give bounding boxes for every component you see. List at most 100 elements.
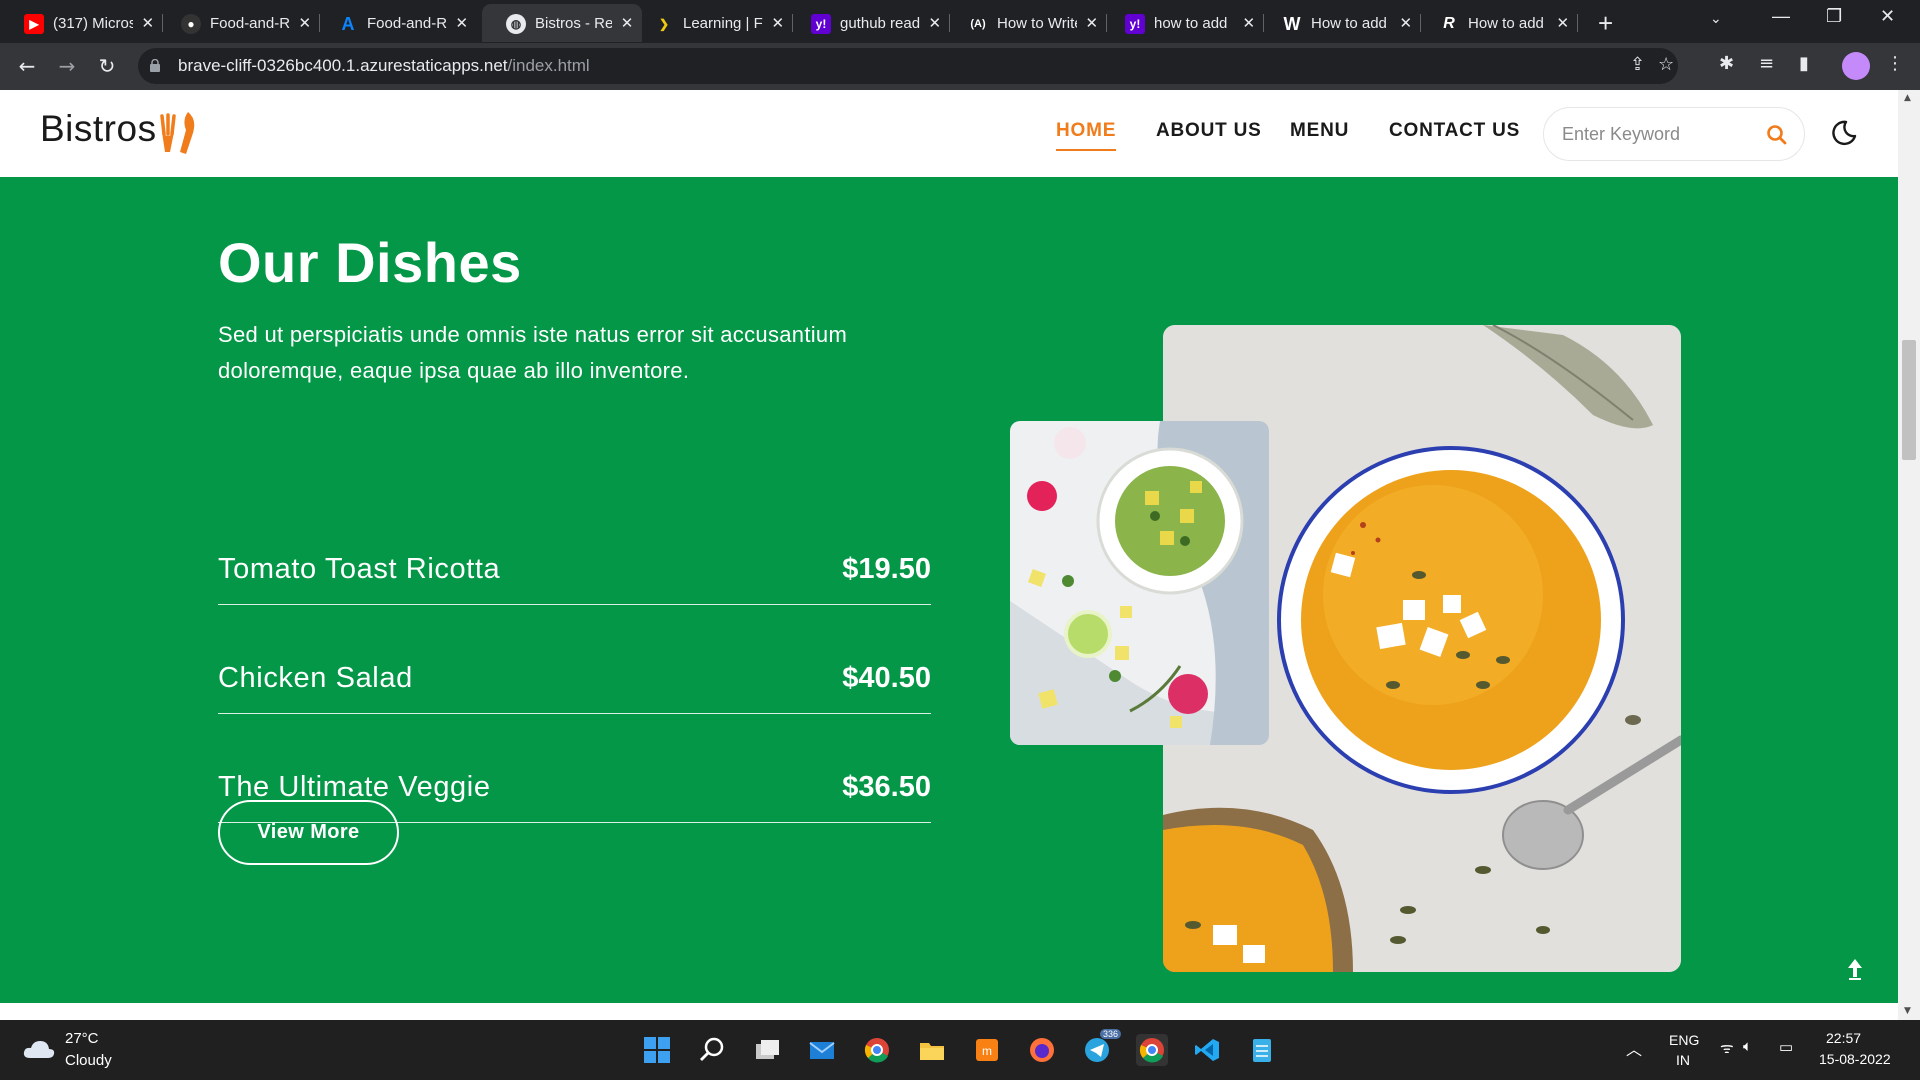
browser-tab[interactable]: W How to add ✕ bbox=[1258, 4, 1421, 42]
tab-title: Bistros - Resta bbox=[535, 14, 612, 32]
browser-tab[interactable]: y! how to add ✕ bbox=[1101, 4, 1264, 42]
browser-tab-active[interactable]: ◍ Bistros - Resta ✕ bbox=[482, 4, 642, 42]
reload-button[interactable]: ↻ bbox=[92, 51, 122, 81]
restore-button[interactable]: ❐ bbox=[1826, 6, 1842, 27]
moodle-app-icon[interactable]: m bbox=[971, 1034, 1003, 1066]
page-scrollbar[interactable]: ▲ ▼ bbox=[1898, 90, 1920, 1020]
close-icon[interactable]: ✕ bbox=[141, 14, 155, 32]
youtube-icon: ▶ bbox=[24, 14, 44, 34]
close-icon[interactable]: ✕ bbox=[1556, 14, 1570, 32]
menu-kebab-icon[interactable]: ⋮ bbox=[1886, 53, 1904, 74]
weather-cloud-icon[interactable] bbox=[22, 1038, 56, 1060]
scroll-up-arrow-icon[interactable]: ▲ bbox=[1904, 93, 1911, 103]
wifi-icon[interactable]: ᯤ bbox=[1720, 1038, 1734, 1058]
close-window-button[interactable]: ✕ bbox=[1880, 6, 1895, 27]
learning-icon: ❯ bbox=[658, 17, 670, 31]
show-hidden-icons-chevron-icon[interactable]: ︿ bbox=[1626, 1036, 1642, 1060]
vscode-icon[interactable] bbox=[1191, 1034, 1223, 1066]
mail-icon[interactable] bbox=[806, 1034, 838, 1066]
windows-taskbar: 27°C Cloudy m 336 ︿ ENG IN ᯤ 🔈︎ ▭ 22:57 … bbox=[0, 1020, 1920, 1080]
dark-mode-moon-icon[interactable] bbox=[1828, 118, 1858, 148]
url-host: brave-cliff-0326bc400.1.azurestaticapps.… bbox=[178, 56, 508, 75]
volume-icon[interactable]: 🔈︎ bbox=[1743, 1038, 1752, 1055]
tab-title: (317) Microsoft bbox=[53, 14, 133, 32]
next-section-edge bbox=[0, 1003, 1898, 1020]
clock-time[interactable]: 22:57 bbox=[1826, 1030, 1861, 1046]
close-icon[interactable]: ✕ bbox=[771, 14, 785, 32]
weather-temperature[interactable]: 27°C bbox=[65, 1030, 99, 1047]
scrollbar-thumb[interactable] bbox=[1902, 340, 1916, 460]
browser-tab[interactable]: ▶ (317) Microsoft ✕ bbox=[0, 4, 163, 42]
forward-button[interactable]: → bbox=[52, 51, 82, 81]
nav-menu-link[interactable]: MENU bbox=[1290, 120, 1349, 142]
browser-tab[interactable]: R How to add ✕ bbox=[1415, 4, 1578, 42]
battery-icon[interactable]: ▭ bbox=[1779, 1038, 1793, 1056]
bookmark-star-icon[interactable]: ☆ bbox=[1658, 54, 1674, 75]
search-icon[interactable] bbox=[1766, 124, 1788, 146]
yahoo-icon: y! bbox=[1125, 14, 1145, 34]
dish-name: Chicken Salad bbox=[218, 662, 413, 694]
tab-title: how to add bbox=[1154, 14, 1228, 32]
side-panel-icon[interactable]: ▮ bbox=[1799, 53, 1809, 74]
dish-row[interactable]: Chicken Salad $40.50 bbox=[218, 654, 931, 714]
extensions-puzzle-icon[interactable]: ✱ bbox=[1719, 53, 1734, 74]
reading-list-icon[interactable]: ≡ bbox=[1759, 53, 1774, 74]
chrome-active-icon[interactable] bbox=[1136, 1034, 1168, 1066]
browser-tab[interactable]: (A) How to Write ✕ bbox=[944, 4, 1107, 42]
section-heading: Our Dishes bbox=[218, 231, 522, 294]
dish-price: $36.50 bbox=[842, 771, 931, 803]
lock-icon bbox=[150, 59, 160, 72]
tab-title: Learning | Free bbox=[683, 14, 763, 32]
close-icon[interactable]: ✕ bbox=[455, 14, 469, 32]
search-icon[interactable] bbox=[696, 1034, 728, 1066]
nav-about-link[interactable]: ABOUT US bbox=[1156, 120, 1262, 142]
browser-tab[interactable]: y! guthub readme ✕ bbox=[787, 4, 950, 42]
language-region[interactable]: IN bbox=[1676, 1052, 1690, 1068]
cutlery-logo-icon bbox=[160, 112, 195, 154]
nav-home-link[interactable]: HOME bbox=[1056, 120, 1117, 151]
dish-price: $40.50 bbox=[842, 662, 931, 694]
weather-condition[interactable]: Cloudy bbox=[65, 1052, 112, 1069]
share-icon[interactable]: ⇪ bbox=[1630, 54, 1645, 75]
browser-tab[interactable]: ● Food-and-Resta ✕ bbox=[157, 4, 320, 42]
tab-title: How to add bbox=[1468, 14, 1544, 32]
r-icon: R bbox=[1443, 15, 1455, 32]
close-icon[interactable]: ✕ bbox=[1242, 14, 1256, 32]
profile-avatar[interactable] bbox=[1842, 52, 1870, 80]
scroll-to-top-arrow-icon[interactable] bbox=[1845, 957, 1865, 981]
view-more-button[interactable]: View More bbox=[218, 800, 399, 865]
windows-start-icon[interactable] bbox=[641, 1034, 673, 1066]
chrome-icon[interactable] bbox=[861, 1034, 893, 1066]
close-icon[interactable]: ✕ bbox=[298, 14, 312, 32]
close-icon[interactable]: ✕ bbox=[928, 14, 942, 32]
site-logo-text[interactable]: Bistros bbox=[40, 108, 157, 150]
clock-date[interactable]: 15-08-2022 bbox=[1819, 1051, 1891, 1067]
firefox-icon[interactable] bbox=[1026, 1034, 1058, 1066]
search-input[interactable] bbox=[1562, 122, 1752, 146]
notepad-icon[interactable] bbox=[1246, 1034, 1278, 1066]
github-icon: ● bbox=[181, 14, 201, 34]
close-icon[interactable]: ✕ bbox=[1085, 14, 1099, 32]
close-icon[interactable]: ✕ bbox=[1399, 14, 1413, 32]
browser-tab[interactable]: A Food-and-Resta ✕ bbox=[314, 4, 477, 42]
language-indicator[interactable]: ENG bbox=[1669, 1032, 1699, 1048]
nav-contact-link[interactable]: CONTACT US bbox=[1389, 120, 1520, 142]
tab-search-chevron-icon[interactable]: ⌄ bbox=[1710, 10, 1722, 27]
minimize-button[interactable]: — bbox=[1772, 6, 1790, 27]
file-explorer-icon[interactable] bbox=[916, 1034, 948, 1066]
url-text: brave-cliff-0326bc400.1.azurestaticapps.… bbox=[178, 56, 590, 76]
task-view-icon[interactable] bbox=[751, 1034, 783, 1066]
browser-tab[interactable]: ❯ Learning | Free ✕ bbox=[630, 4, 793, 42]
tab-separator bbox=[1577, 14, 1578, 32]
dish-name: Tomato Toast Ricotta bbox=[218, 553, 501, 585]
back-button[interactable]: ← bbox=[12, 51, 42, 81]
address-bar[interactable]: brave-cliff-0326bc400.1.azurestaticapps.… bbox=[138, 48, 1678, 84]
tab-title: How to Write bbox=[997, 14, 1077, 32]
scroll-down-arrow-icon[interactable]: ▼ bbox=[1904, 1006, 1911, 1016]
yahoo-icon: y! bbox=[811, 14, 831, 34]
browser-tab-strip: ▶ (317) Microsoft ✕ ● Food-and-Resta ✕ A… bbox=[0, 0, 1920, 43]
url-path: /index.html bbox=[507, 56, 590, 75]
new-tab-button[interactable]: + bbox=[1598, 8, 1613, 39]
tab-title: Food-and-Resta bbox=[367, 14, 447, 32]
dish-row[interactable]: Tomato Toast Ricotta $19.50 bbox=[218, 545, 931, 605]
